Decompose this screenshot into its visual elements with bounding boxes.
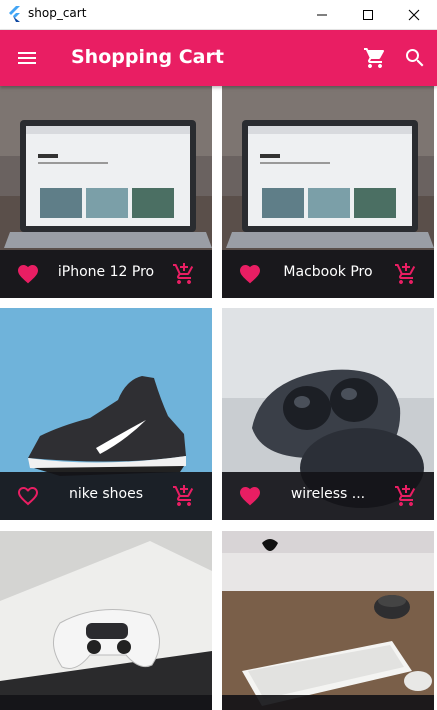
cart-icon[interactable] — [363, 46, 387, 70]
app-bar: Shopping Cart — [0, 30, 437, 86]
tile-footer — [0, 695, 212, 710]
product-name: iPhone 12 Pro — [57, 264, 155, 280]
heart-icon[interactable] — [238, 262, 262, 286]
tile-footer: nike shoes — [0, 472, 212, 520]
flutter-logo-icon — [9, 6, 20, 22]
product-tile[interactable]: iPhone 12 Pro — [0, 86, 212, 298]
heart-icon[interactable] — [238, 484, 262, 508]
tile-footer: wireless ... — [222, 472, 434, 520]
minimize-icon — [317, 14, 327, 15]
tile-footer: Macbook Pro — [222, 250, 434, 298]
product-name: Macbook Pro — [283, 264, 373, 280]
maximize-button[interactable] — [345, 0, 391, 29]
tile-footer — [222, 695, 434, 710]
tile-footer: iPhone 12 Pro — [0, 250, 212, 298]
add-shopping-cart-icon[interactable] — [172, 484, 196, 508]
product-image — [0, 531, 212, 710]
product-tile[interactable] — [0, 531, 212, 710]
product-grid: iPhone 12 Pro Macbook Pro nike shoes wir… — [0, 86, 437, 710]
close-button[interactable] — [391, 0, 437, 29]
close-icon — [408, 9, 420, 20]
menu-icon[interactable] — [15, 46, 39, 70]
product-tile[interactable]: wireless ... — [222, 308, 434, 520]
add-shopping-cart-icon[interactable] — [394, 262, 418, 286]
heart-icon[interactable] — [16, 262, 40, 286]
window-titlebar: shop_cart — [0, 0, 437, 30]
product-tile[interactable]: Macbook Pro — [222, 86, 434, 298]
product-name: wireless ... — [290, 486, 366, 502]
heart-outline-icon[interactable] — [16, 484, 40, 508]
product-image — [222, 531, 434, 710]
minimize-button[interactable] — [299, 0, 345, 29]
search-icon[interactable] — [403, 46, 427, 70]
window-title: shop_cart — [28, 6, 87, 20]
product-tile[interactable]: nike shoes — [0, 308, 212, 520]
product-tile[interactable] — [222, 531, 434, 710]
maximize-icon — [363, 9, 373, 20]
product-name: nike shoes — [68, 486, 144, 502]
add-shopping-cart-icon[interactable] — [394, 484, 418, 508]
add-shopping-cart-icon[interactable] — [172, 262, 196, 286]
page-title: Shopping Cart — [71, 46, 224, 68]
